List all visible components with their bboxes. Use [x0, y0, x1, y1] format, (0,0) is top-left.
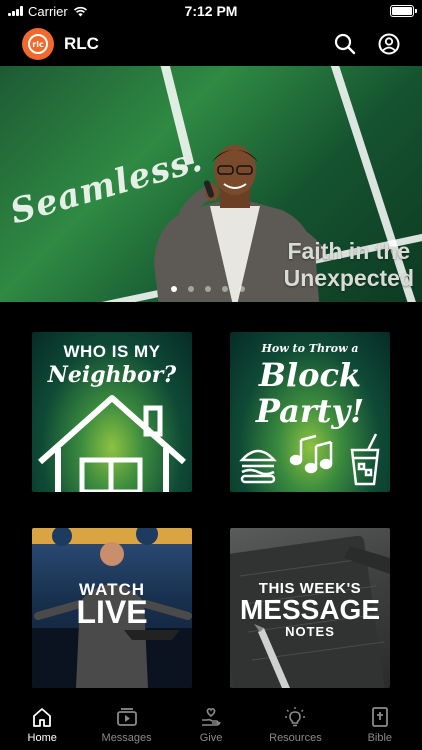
- app-header: rlc RLC: [0, 24, 422, 64]
- carousel-dots[interactable]: [171, 286, 245, 292]
- hero-carousel[interactable]: Seamless. Faith in the Unexpected: [0, 66, 422, 302]
- wifi-icon: [73, 6, 87, 16]
- battery-level: [392, 7, 412, 15]
- home-icon: [33, 708, 52, 727]
- rlc-logo[interactable]: rlc: [22, 28, 54, 60]
- burger-icon: [239, 449, 277, 484]
- block-party-tile[interactable]: How to Throw a Block Party!: [230, 332, 390, 492]
- neighbor-series-tile[interactable]: WHO IS MY Neighbor?: [32, 332, 192, 492]
- tab-label-home: Home: [27, 732, 57, 744]
- music-notes-icon: [289, 434, 333, 474]
- carousel-dot[interactable]: [239, 286, 245, 292]
- tile-title-line2: LIVE: [76, 594, 148, 630]
- carousel-dot[interactable]: [188, 286, 194, 292]
- status-left: Carrier: [8, 4, 88, 19]
- carousel-dot[interactable]: [171, 286, 177, 292]
- give-icon: [202, 708, 221, 726]
- house-icon: [38, 395, 186, 492]
- tile-title-line3: NOTES: [285, 624, 335, 639]
- video-icon: [116, 708, 137, 726]
- tile-title-line2: MESSAGE: [239, 594, 381, 625]
- search-icon[interactable]: [334, 33, 356, 55]
- carousel-dot[interactable]: [205, 286, 211, 292]
- tab-label-resources: Resources: [269, 732, 322, 744]
- hero-tagline-line1: Faith in the: [287, 238, 411, 264]
- tab-give[interactable]: Give: [169, 700, 253, 750]
- header-actions: [334, 33, 400, 55]
- status-bar: Carrier 7:12 PM: [0, 0, 422, 22]
- signal-icon: [8, 6, 23, 16]
- tab-label-bible: Bible: [367, 732, 393, 744]
- tab-bible[interactable]: Bible: [338, 700, 422, 750]
- bible-icon: [371, 707, 388, 727]
- hero-tagline: Faith in the Unexpected: [284, 238, 414, 292]
- carrier-label: Carrier: [28, 3, 68, 19]
- tab-messages[interactable]: Messages: [84, 700, 168, 750]
- tab-resources[interactable]: Resources: [253, 700, 337, 750]
- app-title: RLC: [64, 34, 99, 53]
- tab-label-give: Give: [199, 732, 223, 744]
- tab-bar: Home Messages Give Resources Bible: [0, 700, 422, 750]
- battery-icon: [390, 5, 417, 17]
- logo-mark: rlc: [28, 34, 48, 54]
- message-notes-tile[interactable]: THIS WEEK'S MESSAGE NOTES: [230, 528, 390, 688]
- lightbulb-icon: [285, 707, 306, 727]
- drink-icon: [350, 433, 380, 486]
- carousel-dot[interactable]: [222, 286, 228, 292]
- tab-home[interactable]: Home: [0, 700, 84, 750]
- profile-icon[interactable]: [378, 33, 400, 55]
- watch-live-tile[interactable]: WATCH LIVE: [32, 528, 192, 688]
- party-icons: [239, 433, 380, 486]
- tab-label-messages: Messages: [101, 732, 152, 744]
- hero-tagline-line2: Unexpected: [283, 265, 414, 291]
